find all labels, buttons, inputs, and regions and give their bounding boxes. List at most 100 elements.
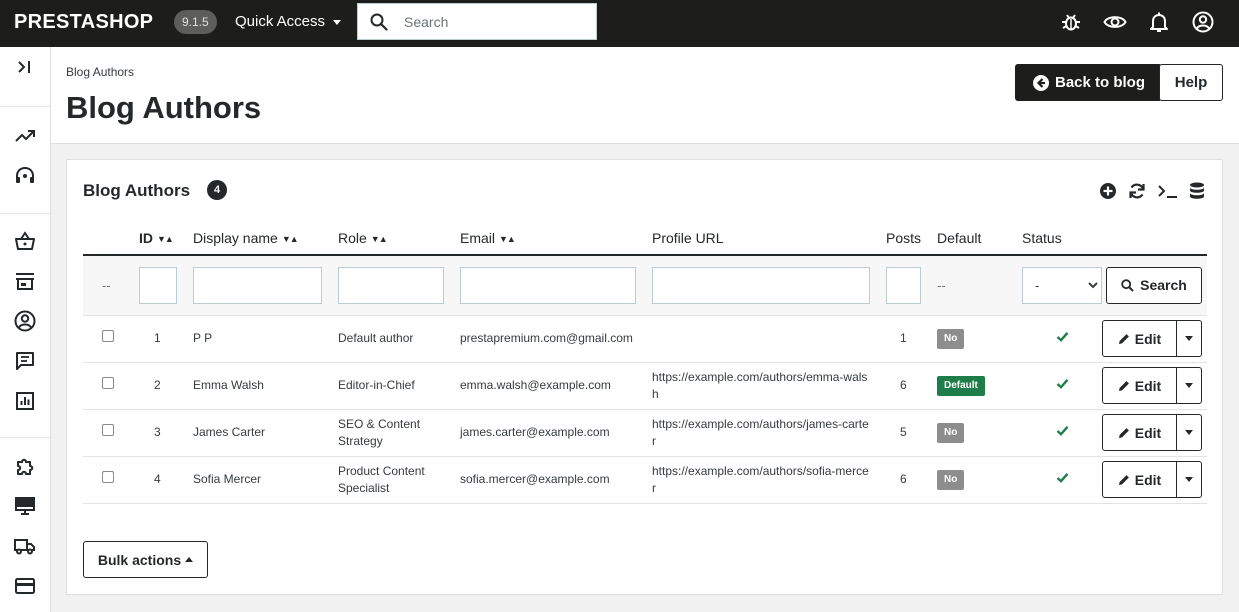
customer-icon[interactable] <box>13 309 37 333</box>
pencil-icon <box>1118 380 1129 391</box>
edit-button[interactable]: Edit <box>1102 461 1177 498</box>
profile-url-filter-input[interactable] <box>652 266 870 304</box>
search-icon <box>370 13 388 31</box>
sort-icon[interactable]: ▼▲ <box>371 234 388 244</box>
row-checkbox[interactable] <box>102 424 114 436</box>
breadcrumb[interactable]: Blog Authors <box>66 65 134 79</box>
headset-icon[interactable] <box>13 164 37 188</box>
row-actions: Edit <box>1102 414 1207 451</box>
sort-icon[interactable]: ▼▲ <box>282 234 299 244</box>
role-filter-input[interactable] <box>338 266 444 304</box>
default-filter-placeholder: -- <box>937 255 1022 316</box>
cell-status[interactable] <box>1022 362 1102 410</box>
logo[interactable]: PRESTASHOP <box>14 11 153 34</box>
edit-button[interactable]: Edit <box>1102 367 1177 404</box>
row-actions-dropdown[interactable] <box>1177 367 1202 404</box>
cell-status[interactable] <box>1022 315 1102 363</box>
cell-display-name: James Carter <box>193 409 338 457</box>
quick-access-menu[interactable]: Quick Access <box>235 13 342 30</box>
row-actions-dropdown[interactable] <box>1177 414 1202 451</box>
cell-profile-url: https://example.com/authors/james-carter <box>652 409 886 457</box>
email-filter-input[interactable] <box>460 266 636 304</box>
header-search[interactable] <box>357 3 597 40</box>
truck-icon[interactable] <box>13 534 37 558</box>
chevron-down-icon <box>1185 383 1193 388</box>
message-icon[interactable] <box>13 349 37 373</box>
pencil-icon <box>1118 333 1129 344</box>
search-input[interactable] <box>404 12 589 32</box>
row-actions: Edit <box>1102 320 1207 357</box>
terminal-icon[interactable] <box>1157 181 1179 201</box>
puzzle-icon[interactable] <box>13 454 37 478</box>
user-circle-icon[interactable] <box>1191 10 1215 34</box>
eye-icon[interactable] <box>1103 10 1127 34</box>
table-row[interactable]: 4 Sofia Mercer Product Content Specialis… <box>83 456 1207 504</box>
display-name-filter-input[interactable] <box>193 266 322 304</box>
col-id-label: ID <box>139 230 153 246</box>
cell-posts: 6 <box>886 362 937 410</box>
sort-icon[interactable]: ▼▲ <box>499 234 516 244</box>
search-button[interactable]: Search <box>1106 266 1202 304</box>
default-badge: No <box>937 469 965 490</box>
count-badge: 4 <box>207 180 227 200</box>
default-badge: Default <box>937 375 985 396</box>
credit-card-icon[interactable] <box>13 574 37 598</box>
cell-role: SEO & Content Strategy <box>338 409 460 457</box>
cell-id: 2 <box>139 362 193 410</box>
edit-label: Edit <box>1134 424 1162 441</box>
bulk-actions-button[interactable]: Bulk actions <box>83 541 208 578</box>
row-checkbox[interactable] <box>102 377 114 389</box>
row-checkbox[interactable] <box>102 471 114 483</box>
posts-filter-input[interactable] <box>886 266 921 304</box>
authors-table: ID ▼▲ Display name ▼▲ Role ▼▲ Email ▼▲ Profi… <box>83 222 1207 504</box>
check-icon[interactable] <box>1056 331 1069 342</box>
row-checkbox[interactable] <box>102 330 114 342</box>
back-to-blog-button[interactable]: Back to blog <box>1015 64 1163 101</box>
table-row[interactable]: 1 P P Default author prestapremium.com@g… <box>83 315 1207 363</box>
id-filter-input[interactable] <box>139 266 177 304</box>
cell-posts: 1 <box>886 315 937 363</box>
cell-default: Default <box>937 362 1022 410</box>
database-icon[interactable] <box>1187 181 1207 201</box>
cell-default: No <box>937 315 1022 363</box>
add-icon[interactable] <box>1098 181 1118 201</box>
monitor-icon[interactable] <box>13 494 37 518</box>
table-row[interactable]: 2 Emma Walsh Editor-in-Chief emma.walsh@… <box>83 362 1207 410</box>
card-title: Blog Authors <box>83 181 191 200</box>
cell-display-name: Sofia Mercer <box>193 456 338 504</box>
col-id[interactable]: ID ▼▲ <box>139 222 193 256</box>
edit-button[interactable]: Edit <box>1102 414 1177 451</box>
store-icon[interactable] <box>13 269 37 293</box>
col-select <box>83 222 139 256</box>
refresh-icon[interactable] <box>1127 181 1147 201</box>
col-role[interactable]: Role ▼▲ <box>338 222 460 256</box>
cell-status[interactable] <box>1022 456 1102 504</box>
sort-icon[interactable]: ▼▲ <box>157 234 174 244</box>
col-status: Status <box>1022 222 1102 256</box>
sidebar <box>0 47 51 612</box>
help-button[interactable]: Help <box>1159 64 1223 101</box>
check-icon[interactable] <box>1056 425 1069 436</box>
sidebar-divider <box>0 213 50 214</box>
bulk-actions-label: Bulk actions <box>97 551 182 568</box>
cell-posts: 5 <box>886 409 937 457</box>
cell-status[interactable] <box>1022 409 1102 457</box>
cell-email: prestapremium.com@gmail.com <box>460 315 652 363</box>
collapse-icon[interactable] <box>13 55 37 79</box>
edit-button[interactable]: Edit <box>1102 320 1177 357</box>
trending-icon[interactable] <box>13 124 37 148</box>
stats-icon[interactable] <box>13 389 37 413</box>
check-icon[interactable] <box>1056 378 1069 389</box>
cell-display-name: P P <box>193 315 338 363</box>
sidebar-divider <box>0 437 50 438</box>
basket-icon[interactable] <box>13 229 37 253</box>
row-actions-dropdown[interactable] <box>1177 320 1202 357</box>
table-row[interactable]: 3 James Carter SEO & Content Strategy ja… <box>83 409 1207 457</box>
bell-icon[interactable] <box>1147 10 1171 34</box>
status-filter-select[interactable]: - <box>1022 266 1102 304</box>
col-email[interactable]: Email ▼▲ <box>460 222 652 256</box>
check-icon[interactable] <box>1056 472 1069 483</box>
row-actions-dropdown[interactable] <box>1177 461 1202 498</box>
col-display-name[interactable]: Display name ▼▲ <box>193 222 338 256</box>
bug-icon[interactable] <box>1059 10 1083 34</box>
